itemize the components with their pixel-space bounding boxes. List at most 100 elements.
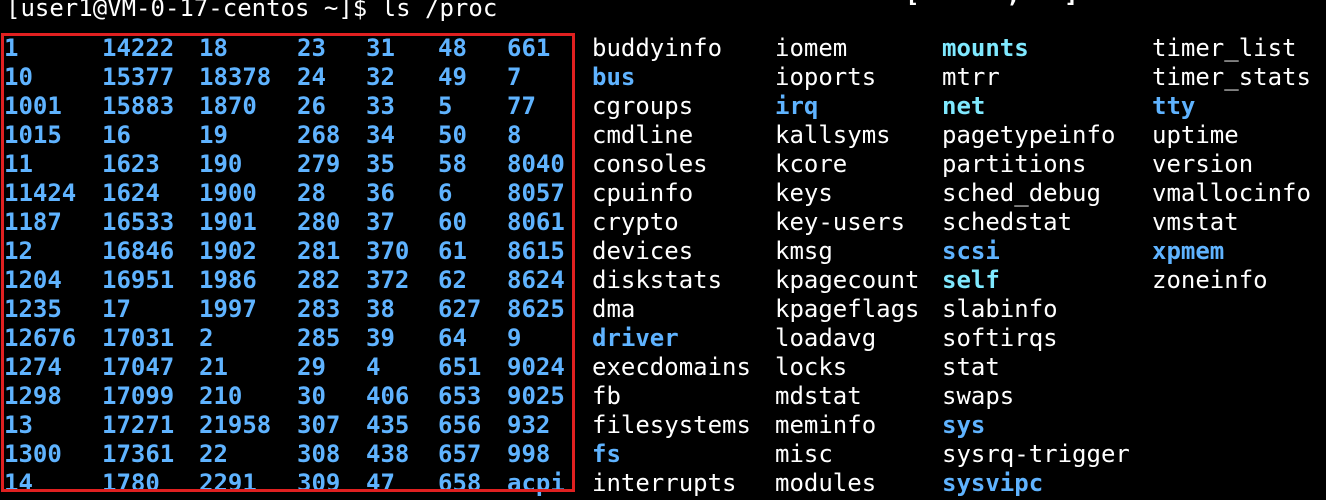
proc-file-entry: kpagecount xyxy=(775,266,920,294)
pid-entry: 8057 xyxy=(507,179,565,207)
pid-entry: 17047 xyxy=(102,353,175,381)
pid-entry: 22 xyxy=(199,440,228,468)
terminal-window[interactable]: [ , ] [user1@VM-0-17-centos ~]$ ls /proc… xyxy=(0,0,1326,500)
pid-entry: 49 xyxy=(438,63,467,91)
proc-file-entry: pagetypeinfo xyxy=(942,121,1116,149)
pid-entry: 627 xyxy=(438,295,482,323)
pid-entry: 29 xyxy=(297,353,326,381)
proc-file-entry: meminfo xyxy=(775,411,877,439)
pid-entry: 17271 xyxy=(102,411,175,439)
pid-entry: 1997 xyxy=(199,295,257,323)
proc-file-entry: loadavg xyxy=(775,324,877,352)
proc-dir-entry: self xyxy=(942,266,1000,294)
pid-entry: 210 xyxy=(199,382,243,410)
pid-entry: 18 xyxy=(199,34,228,62)
pid-entry: 283 xyxy=(297,295,341,323)
pid-entry: 1870 xyxy=(199,92,257,120)
pid-entry: 8 xyxy=(507,121,522,149)
proc-dir-entry: tty xyxy=(1152,92,1196,120)
pid-entry: 12676 xyxy=(4,324,77,352)
proc-file-entry: ioports xyxy=(775,63,877,91)
pid-entry: 16846 xyxy=(102,237,175,265)
pid-entry: 2291 xyxy=(199,469,257,497)
pid-entry: 15377 xyxy=(102,63,175,91)
proc-file-entry: kallsyms xyxy=(775,121,891,149)
pid-entry: 26 xyxy=(297,92,326,120)
pid-entry: 17361 xyxy=(102,440,175,468)
pid-entry: 435 xyxy=(366,411,410,439)
pid-entry: 24 xyxy=(297,63,326,91)
pid-entry: 1015 xyxy=(4,121,62,149)
proc-file-entry: sysrq-trigger xyxy=(942,440,1130,468)
proc-dir-entry: sysvipc xyxy=(942,469,1044,497)
pid-entry: 60 xyxy=(438,208,467,236)
proc-file-entry: buddyinfo xyxy=(592,34,723,62)
proc-file-entry: execdomains xyxy=(592,353,751,381)
pid-entry: 1298 xyxy=(4,382,62,410)
proc-dir-entry: sys xyxy=(942,411,986,439)
proc-dir-entry: xpmem xyxy=(1152,237,1225,265)
pid-entry: 12 xyxy=(4,237,33,265)
pid-entry: 656 xyxy=(438,411,482,439)
pid-entry: 14 xyxy=(4,469,33,497)
pid-entry: 308 xyxy=(297,440,341,468)
pid-entry: 998 xyxy=(507,440,551,468)
proc-file-entry: version xyxy=(1152,150,1254,178)
proc-dir-entry: scsi xyxy=(942,237,1000,265)
proc-file-entry: zoneinfo xyxy=(1152,266,1268,294)
proc-file-entry: kmsg xyxy=(775,237,833,265)
pid-entry: 1900 xyxy=(199,179,257,207)
proc-file-entry: cmdline xyxy=(592,121,694,149)
proc-file-entry: dma xyxy=(592,295,636,323)
pid-entry: 39 xyxy=(366,324,395,352)
proc-file-entry: vmstat xyxy=(1152,208,1239,236)
pid-entry: 9024 xyxy=(507,353,565,381)
pid-entry: 268 xyxy=(297,121,341,149)
proc-file-entry: fb xyxy=(592,382,621,410)
proc-file-entry: sched_debug xyxy=(942,179,1101,207)
pid-entry: 1901 xyxy=(199,208,257,236)
pid-entry: 190 xyxy=(199,150,243,178)
pid-entry: 370 xyxy=(366,237,410,265)
pid-entry: 17 xyxy=(102,295,131,323)
pid-entry: 280 xyxy=(297,208,341,236)
pid-entry: 8615 xyxy=(507,237,565,265)
pid-entry: 8061 xyxy=(507,208,565,236)
pid-entry: 1780 xyxy=(102,469,160,497)
pid-entry: 438 xyxy=(366,440,410,468)
pid-entry: 18378 xyxy=(199,63,272,91)
pid-entry: 48 xyxy=(438,34,467,62)
pid-entry: 33 xyxy=(366,92,395,120)
proc-file-entry: schedstat xyxy=(942,208,1073,236)
pid-entry: 1986 xyxy=(199,266,257,294)
pid-entry: 4 xyxy=(366,353,381,381)
pid-entry: 15883 xyxy=(102,92,175,120)
proc-file-entry: diskstats xyxy=(592,266,723,294)
pid-entry: 11424 xyxy=(4,179,77,207)
pid-entry: 1902 xyxy=(199,237,257,265)
proc-dir-entry: irq xyxy=(775,92,819,120)
shell-prompt-command: [user1@VM-0-17-centos ~]$ ls /proc xyxy=(6,0,498,22)
proc-dir-entry: fs xyxy=(592,440,621,468)
pid-entry: 19 xyxy=(199,121,228,149)
pid-entry: 77 xyxy=(507,92,536,120)
pid-entry: 309 xyxy=(297,469,341,497)
proc-file-entry: keys xyxy=(775,179,833,207)
pid-entry: 658 xyxy=(438,469,482,497)
pid-entry: 61 xyxy=(438,237,467,265)
pid-entry: 281 xyxy=(297,237,341,265)
proc-file-entry: devices xyxy=(592,237,694,265)
pid-entry: 16 xyxy=(102,121,131,149)
pid-entry: 28 xyxy=(297,179,326,207)
proc-file-entry: cgroups xyxy=(592,92,694,120)
pid-entry: 23 xyxy=(297,34,326,62)
pid-entry: 62 xyxy=(438,266,467,294)
pid-entry: 1623 xyxy=(102,150,160,178)
pid-entry: 2 xyxy=(199,324,214,352)
proc-file-entry: iomem xyxy=(775,34,848,62)
pid-entry: 58 xyxy=(438,150,467,178)
pid-entry: 31 xyxy=(366,34,395,62)
pid-entry: 1204 xyxy=(4,266,62,294)
pid-entry: 1235 xyxy=(4,295,62,323)
pid-entry: 9 xyxy=(507,324,522,352)
